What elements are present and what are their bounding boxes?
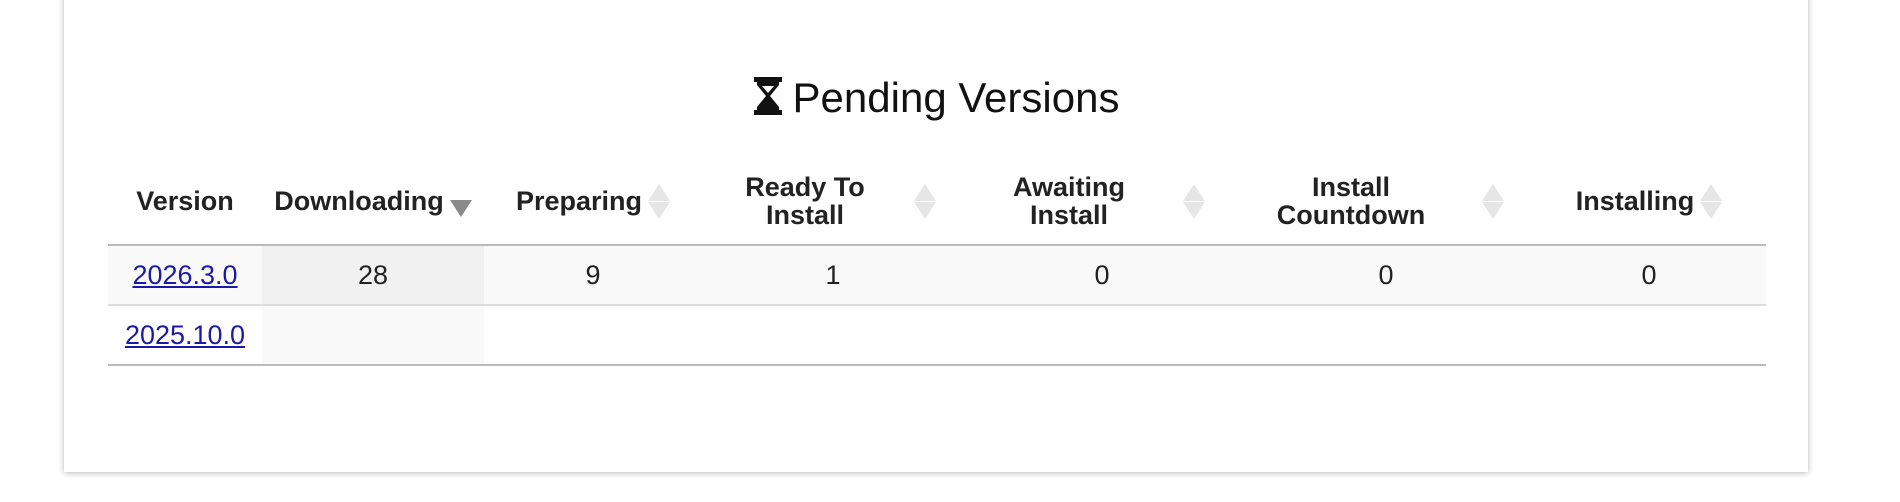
version-link[interactable]: 2025.10.0	[125, 320, 245, 350]
sort-both-icon	[1481, 183, 1504, 219]
hourglass-icon	[753, 76, 783, 128]
downloading-cell: 28	[262, 245, 484, 306]
installing-cell	[1532, 305, 1766, 366]
ready-to-install-cell: 1	[702, 245, 964, 306]
downloading-cell	[262, 305, 484, 366]
column-header-installing[interactable]: Installing	[1532, 158, 1766, 246]
section-title-text: Pending Versions	[792, 74, 1120, 121]
preparing-cell: 9	[484, 245, 702, 306]
version-link[interactable]: 2026.3.0	[132, 260, 237, 290]
version-cell: 2025.10.0	[108, 305, 262, 366]
awaiting-install-cell: 0	[964, 245, 1240, 306]
column-label: Downloading	[274, 186, 444, 216]
column-header-downloading[interactable]: Downloading	[262, 158, 484, 246]
installing-cell: 0	[1532, 245, 1766, 306]
column-label: Install Countdown	[1276, 172, 1426, 230]
install-countdown-cell	[1240, 305, 1532, 366]
table-header-row: Version Downloading Preparing Ready To I…	[108, 158, 1766, 246]
column-header-awaiting-install[interactable]: Awaiting Install	[964, 158, 1240, 246]
pending-versions-table: Version Downloading Preparing Ready To I…	[108, 158, 1766, 366]
column-label: Ready To Install	[745, 172, 865, 230]
install-countdown-cell: 0	[1240, 245, 1532, 306]
column-label: Preparing	[515, 186, 643, 216]
table-row: 2026.3.0 28 9 1 0 0 0	[108, 245, 1766, 306]
sort-both-icon	[648, 183, 671, 219]
ready-to-install-cell	[702, 305, 964, 366]
column-label: Awaiting Install	[1012, 172, 1125, 230]
section-title: Pending Versions	[64, 72, 1808, 128]
column-header-preparing[interactable]: Preparing	[484, 158, 702, 246]
sort-both-icon	[914, 183, 936, 219]
awaiting-install-cell	[964, 305, 1240, 366]
column-label: Version	[136, 186, 234, 216]
column-header-ready-to-install[interactable]: Ready To Install	[702, 158, 964, 246]
column-label: Installing	[1575, 186, 1695, 216]
column-header-install-countdown[interactable]: Install Countdown	[1240, 158, 1532, 246]
sort-both-icon	[1700, 183, 1723, 219]
sort-both-icon	[1183, 183, 1205, 219]
table-row: 2025.10.0	[108, 305, 1766, 366]
preparing-cell	[484, 305, 702, 366]
sort-descending-icon	[449, 199, 472, 217]
version-cell: 2026.3.0	[108, 245, 262, 306]
column-header-version[interactable]: Version	[108, 158, 262, 246]
